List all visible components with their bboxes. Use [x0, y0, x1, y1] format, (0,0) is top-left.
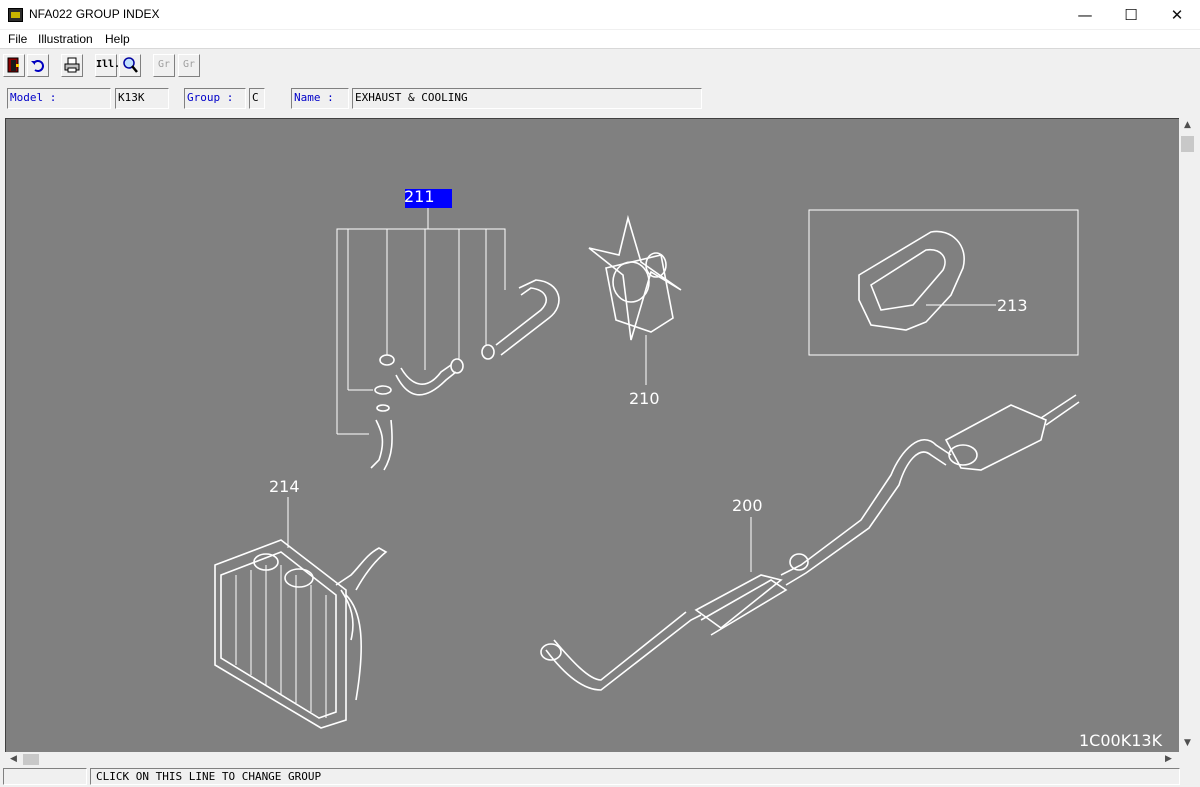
close-button[interactable]: ✕: [1154, 0, 1200, 30]
callout-213[interactable]: 213: [997, 296, 1028, 315]
group-label: Group :: [184, 88, 246, 109]
callout-200[interactable]: 200: [732, 496, 763, 515]
name-label: Name :: [291, 88, 349, 109]
group-value[interactable]: C: [249, 88, 265, 109]
menu-help[interactable]: Help: [105, 32, 130, 46]
scroll-left-icon[interactable]: ◀: [6, 752, 21, 767]
status-bar: CLICK ON THIS LINE TO CHANGE GROUP: [0, 767, 1200, 787]
callout-214[interactable]: 214: [269, 477, 300, 496]
undo-icon: [31, 60, 44, 72]
title-bar: NFA022 GROUP INDEX — ☐ ✕: [0, 0, 1200, 30]
drawing-code: 1C00K13K: [1079, 731, 1163, 750]
change-group-line[interactable]: CLICK ON THIS LINE TO CHANGE GROUP: [90, 768, 1180, 785]
horizontal-scroll-thumb[interactable]: [23, 754, 39, 765]
parts-list-icon: Ill.: [96, 59, 121, 70]
toolbar: Ill. Gr Gr: [0, 48, 1200, 82]
menu-file[interactable]: File: [8, 32, 27, 46]
horizontal-scrollbar[interactable]: ◀ ▶: [5, 752, 1179, 767]
exit-button[interactable]: [3, 54, 25, 77]
exhaust-200[interactable]: 200 1C00K13K: [540, 394, 1163, 750]
maximize-button[interactable]: ☐: [1108, 0, 1154, 30]
thermostat-housing-213[interactable]: 213: [808, 209, 1079, 356]
water-pump-210[interactable]: 210: [588, 214, 682, 408]
scroll-down-icon[interactable]: ▼: [1180, 736, 1195, 751]
print-button[interactable]: [61, 54, 83, 77]
vertical-scrollbar[interactable]: ▲ ▼: [1179, 118, 1196, 752]
info-bar: Model : K13K Group : C Name : EXHAUST & …: [0, 84, 1200, 112]
next-group-icon: Gr: [182, 59, 196, 70]
model-value: K13K: [115, 88, 169, 109]
parts-illustration: 211 210 213 214 200 1C00K13K: [214, 187, 1163, 750]
window-title: NFA022 GROUP INDEX: [29, 7, 160, 21]
vertical-scroll-thumb[interactable]: [1181, 136, 1194, 152]
model-label: Model :: [7, 88, 111, 109]
print-icon: [64, 57, 80, 73]
illustration-canvas[interactable]: 211 210 213 214 200 1C00K13K: [5, 118, 1179, 752]
scroll-up-icon[interactable]: ▲: [1180, 118, 1195, 133]
callout-211[interactable]: 211: [404, 187, 435, 206]
status-panel-left: [3, 768, 87, 785]
prev-group-button[interactable]: Gr: [153, 54, 175, 77]
minimize-button[interactable]: —: [1062, 0, 1108, 30]
hose-group-211[interactable]: 211: [336, 187, 560, 471]
menu-bar: File Illustration Help: [0, 30, 1200, 48]
next-group-button[interactable]: Gr: [178, 54, 200, 77]
app-icon: [8, 8, 23, 22]
undo-button[interactable]: [27, 54, 49, 77]
menu-illustration[interactable]: Illustration: [38, 32, 93, 46]
prev-group-icon: Gr: [157, 59, 171, 70]
zoom-button[interactable]: [119, 54, 141, 77]
scroll-right-icon[interactable]: ▶: [1161, 752, 1176, 767]
radiator-214[interactable]: 214: [214, 477, 388, 729]
name-value: EXHAUST & COOLING: [352, 88, 702, 109]
zoom-icon: [123, 57, 138, 73]
callout-210[interactable]: 210: [629, 389, 660, 408]
exit-icon: [7, 57, 19, 73]
parts-list-button[interactable]: Ill.: [95, 54, 121, 77]
